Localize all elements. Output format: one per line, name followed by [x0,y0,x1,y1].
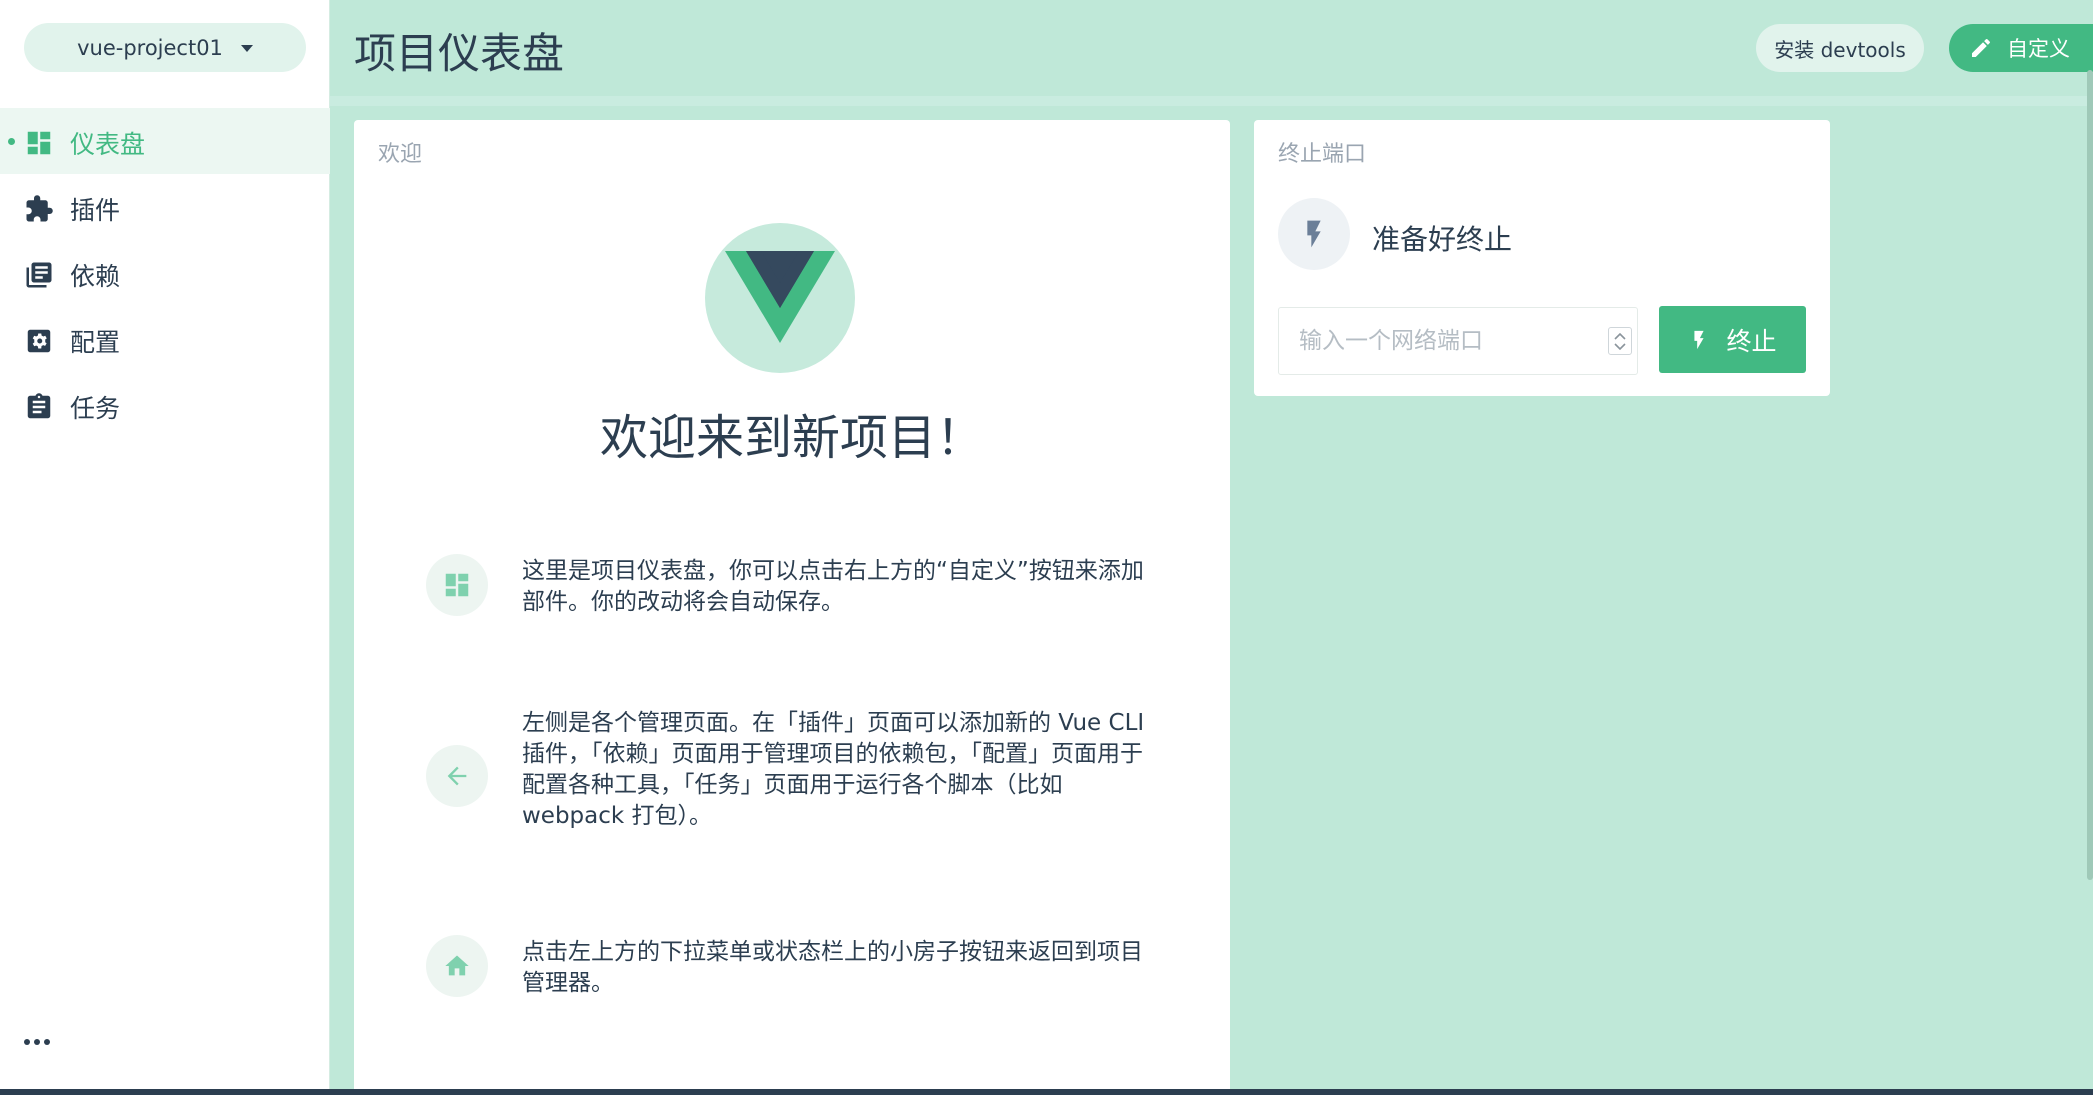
dashboard-icon [426,554,488,616]
welcome-widget-title: 欢迎 [378,142,423,167]
port-input[interactable] [1299,322,1579,360]
customize-button[interactable]: 自定义 [1949,24,2093,72]
welcome-heading: 欢迎来到新项目！ [599,410,984,466]
chevron-down-icon[interactable] [1614,342,1626,350]
clipboard-icon [27,393,51,419]
sidebar-nav: 仪表盘 插件 依赖 配置 任务 [0,108,330,438]
chevron-up-icon[interactable] [1614,332,1626,340]
sidebar-item-label: 配置 [70,328,121,357]
sidebar-item-tasks[interactable]: 任务 [0,372,330,438]
port-stepper[interactable] [1608,327,1632,355]
sidebar-item-plugins[interactable]: 插件 [0,174,330,240]
sidebar-item-dashboard[interactable]: 仪表盘 [0,108,330,174]
sidebar-item-label: 仪表盘 [70,130,146,159]
kill-port-status: 准备好终止 [1372,223,1513,256]
kill-port-widget-title: 终止端口 [1278,142,1367,167]
sidebar: vue-project01 仪表盘 插件 依赖 配置 任务 [0,0,330,1089]
flash-icon [1278,198,1350,270]
install-devtools-button[interactable]: 安装 devtools [1756,24,1924,72]
arrow-left-icon [426,745,488,807]
vue-logo-icon [725,251,835,343]
settings-box-icon [27,329,51,353]
vertical-scrollbar[interactable] [2087,70,2093,880]
sidebar-item-label: 任务 [70,394,121,423]
dashboard-icon [27,131,51,155]
project-selector[interactable]: vue-project01 [24,23,306,72]
sidebar-item-dependencies[interactable]: 依赖 [0,240,330,306]
customize-label: 自定义 [2007,37,2070,61]
status-bar [0,1089,2093,1095]
kill-port-button-label: 终止 [1726,326,1777,356]
header-divider [330,96,2093,106]
sidebar-item-label: 插件 [70,196,121,225]
port-input-field[interactable] [1278,307,1638,375]
vue-logo [705,223,855,373]
sidebar-item-configuration[interactable]: 配置 [0,306,330,372]
active-indicator [8,138,15,145]
kill-port-widget: 终止端口 准备好终止 终止 [1254,120,1830,396]
puzzle-icon [26,195,53,222]
caret-down-icon [240,45,253,52]
tip-text: 左侧是各个管理页面。在「插件」页面可以添加新的 Vue CLI 插件，「依赖」页… [522,710,1145,829]
kill-port-button[interactable]: 终止 [1659,306,1806,373]
more-horiz-icon[interactable] [24,1032,54,1052]
tip-text: 点击左上方的下拉菜单或状态栏上的小房子按钮来返回到项目管理器。 [522,939,1143,996]
project-name: vue-project01 [77,35,223,60]
pencil-icon [1972,38,1991,57]
install-devtools-label: 安装 devtools [1774,37,1906,62]
welcome-widget: 欢迎 欢迎来到新项目！ 这里是项目仪表盘，你可以点击右上方的“自定义”按钮来添加… [354,120,1230,1095]
sidebar-item-label: 依赖 [70,262,121,291]
flash-icon [1694,330,1705,349]
page-title: 项目仪表盘 [354,29,565,78]
library-books-icon [26,262,52,288]
home-icon [426,935,488,997]
tip-text: 这里是项目仪表盘，你可以点击右上方的“自定义”按钮来添加部件。你的改动将会自动保… [522,558,1144,615]
